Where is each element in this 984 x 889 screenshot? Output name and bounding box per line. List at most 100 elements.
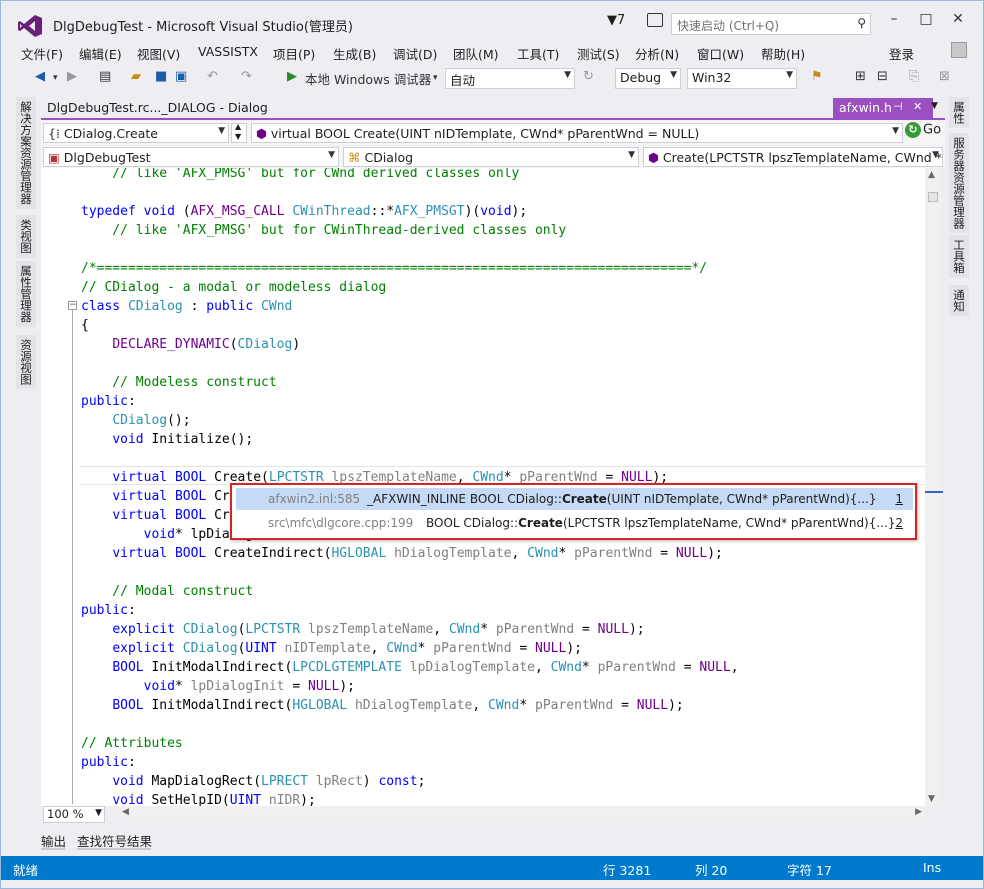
menu-item[interactable]: 团队(M) [453, 44, 499, 63]
start-debug-label[interactable]: 本地 Windows 调试器 [305, 69, 431, 88]
bottom-tool-tabs: 输出 查找符号结果 [41, 829, 341, 850]
collapse-icon[interactable]: − [68, 301, 77, 310]
go-button[interactable]: ↻ Go [905, 122, 941, 138]
back-dropdown-icon[interactable]: ▾ [53, 73, 58, 83]
menu-item[interactable]: 编辑(E) [79, 44, 122, 63]
tab-dialog-resource[interactable]: DlgDebugTest.rc..._DIALOG - Dialog [41, 97, 274, 119]
open-file-icon[interactable]: ▰ [131, 69, 141, 84]
uncomment-icon[interactable]: ⊠ [939, 69, 950, 84]
definition-combo[interactable]: ⬢ virtual BOOL Create(UINT nIDTemplate, … [251, 123, 903, 143]
debugger-dropdown-icon[interactable]: ▾ [433, 73, 438, 83]
pin-icon[interactable]: ⊣ [893, 100, 903, 113]
member-combo[interactable]: ⬢ Create(LPCTSTR lpszTemplateName, CWnd … [643, 147, 943, 167]
refresh-icon[interactable]: ↻ [583, 69, 594, 84]
scope-spinner[interactable]: ▲ ▼ [231, 123, 247, 143]
scroll-left-icon[interactable]: ◀ [122, 807, 129, 817]
menu-item[interactable]: 视图(V) [137, 44, 180, 63]
menu-item[interactable]: 项目(P) [273, 44, 315, 63]
save-icon[interactable]: ■ [155, 69, 167, 84]
property-manager-tab[interactable]: 属性管理器 [16, 261, 36, 327]
maximize-button[interactable]: □ [913, 11, 939, 35]
split-handle[interactable] [928, 192, 938, 202]
configuration-combo[interactable]: Debug ▼ [615, 68, 681, 89]
redo-icon[interactable]: ↷ [241, 69, 252, 84]
search-icon: ⚲ [857, 16, 866, 30]
menu-item[interactable]: 窗口(W) [697, 44, 744, 63]
class-combo[interactable]: ⌘ CDialog ▼ [343, 147, 639, 167]
menu-item[interactable]: 文件(F) [21, 44, 63, 63]
feedback-icon[interactable] [647, 13, 663, 27]
back-icon[interactable]: ◀ [35, 69, 45, 84]
code-token: = [613, 698, 637, 713]
menu-item[interactable]: 工具(T) [517, 44, 559, 63]
toolbox-tab[interactable]: 工具箱 [949, 235, 969, 278]
close-tab-icon[interactable]: ✕ [913, 100, 922, 113]
solution-config-auto-combo[interactable]: 自动 ▼ [445, 68, 575, 89]
platform-combo[interactable]: Win32 ▼ [687, 68, 797, 89]
definition-number[interactable]: 1 [895, 492, 903, 506]
account-avatar-icon[interactable] [951, 42, 967, 58]
forward-icon[interactable]: ▶ [67, 69, 77, 84]
properties-tab[interactable]: 属性 [949, 97, 969, 128]
quick-launch-input[interactable]: 快速启动 (Ctrl+Q) ⚲ [671, 13, 871, 35]
definition-option-2[interactable]: src\mfc\dlgcore.cpp:199 BOOL CDialog::Cr… [236, 512, 913, 534]
definition-number[interactable]: 2 [895, 516, 903, 530]
notifications-tab[interactable]: 通知 [949, 285, 969, 316]
menu-item[interactable]: 测试(S) [577, 44, 620, 63]
spin-up-icon[interactable]: ▲ [235, 124, 241, 131]
menu-item[interactable]: 调试(D) [393, 44, 437, 63]
scroll-up-icon[interactable]: ▲ [928, 170, 935, 180]
menu-item[interactable]: 帮助(H) [761, 44, 805, 63]
status-bar: 就绪 行 3281 列 20 字符 17 Ins [1, 856, 983, 880]
class-view-tab[interactable]: 类视图 [16, 215, 36, 258]
project-combo[interactable]: ▣ DlgDebugTest ▼ [43, 147, 339, 167]
find-in-files-icon[interactable]: ⚑ [811, 69, 823, 84]
start-debug-icon[interactable]: ▶ [287, 69, 297, 84]
scope-combo[interactable]: {⁞ CDialog.Create ▼ [43, 123, 229, 143]
code-line: CDialog(); [81, 411, 190, 430]
comment-icon[interactable]: ⎘ [909, 69, 919, 84]
code-line: void MapDialogRect(LPRECT lpRect) const; [81, 772, 425, 791]
configuration-value: Debug [620, 70, 662, 85]
code-token: BOOL [174, 489, 207, 504]
scroll-right-icon[interactable]: ▶ [915, 807, 922, 817]
project-icon: ▣ [48, 150, 64, 165]
code-token: CDialog [127, 299, 183, 314]
server-explorer-tab[interactable]: 服务器资源管理器 [949, 133, 969, 233]
new-project-icon[interactable]: ▤ [99, 69, 111, 84]
undo-icon[interactable]: ↶ [207, 69, 218, 84]
menu-item[interactable]: 生成(B) [333, 44, 376, 63]
login-link[interactable]: 登录 [889, 44, 914, 63]
tab-afxwin-h[interactable]: afxwin.h ⊣ ✕ [833, 98, 933, 118]
solution-explorer-tab[interactable]: 解决方案资源管理器 [16, 97, 36, 209]
bookmark-next-icon[interactable]: ⊟ [877, 69, 888, 84]
tab-overflow-icon[interactable]: ▼ [931, 101, 938, 111]
definition-option-1[interactable]: afxwin2.inl:585 _AFXWIN_INLINE BOOL CDia… [236, 488, 913, 510]
zoom-combo[interactable]: 100 % ▼ [43, 806, 105, 823]
code-token: void [112, 774, 144, 789]
code-token: , [433, 622, 449, 637]
menu-item[interactable]: VASSISTX [198, 44, 258, 59]
code-token: CWnd [550, 660, 582, 675]
close-button[interactable]: ✕ [945, 11, 971, 35]
menu-bar: 文件(F) 编辑(E) 视图(V) VASSISTX 项目(P) 生成(B) 调试(D) 团队… [1, 41, 983, 63]
resource-view-tab[interactable]: 资源视图 [16, 335, 36, 389]
code-token: BOOL [174, 508, 207, 523]
editor-horizontal-scrollbar[interactable]: ◀ ▶ [119, 806, 925, 822]
scroll-down-icon[interactable]: ▼ [928, 794, 935, 804]
minimize-button[interactable]: – [881, 11, 907, 35]
save-all-icon[interactable]: ▣ [175, 69, 187, 84]
code-token: ::* [370, 204, 395, 219]
menu-item[interactable]: 分析(N) [635, 44, 679, 63]
bookmark-toolbar-icon[interactable]: ⊞ [855, 69, 866, 84]
notification-flag[interactable]: ▼7 [607, 13, 625, 28]
code-token: lpDialogInit [190, 679, 285, 694]
spin-down-icon[interactable]: ▼ [235, 132, 241, 141]
editor-vertical-scrollbar[interactable]: ▲ ▼ [925, 168, 941, 806]
